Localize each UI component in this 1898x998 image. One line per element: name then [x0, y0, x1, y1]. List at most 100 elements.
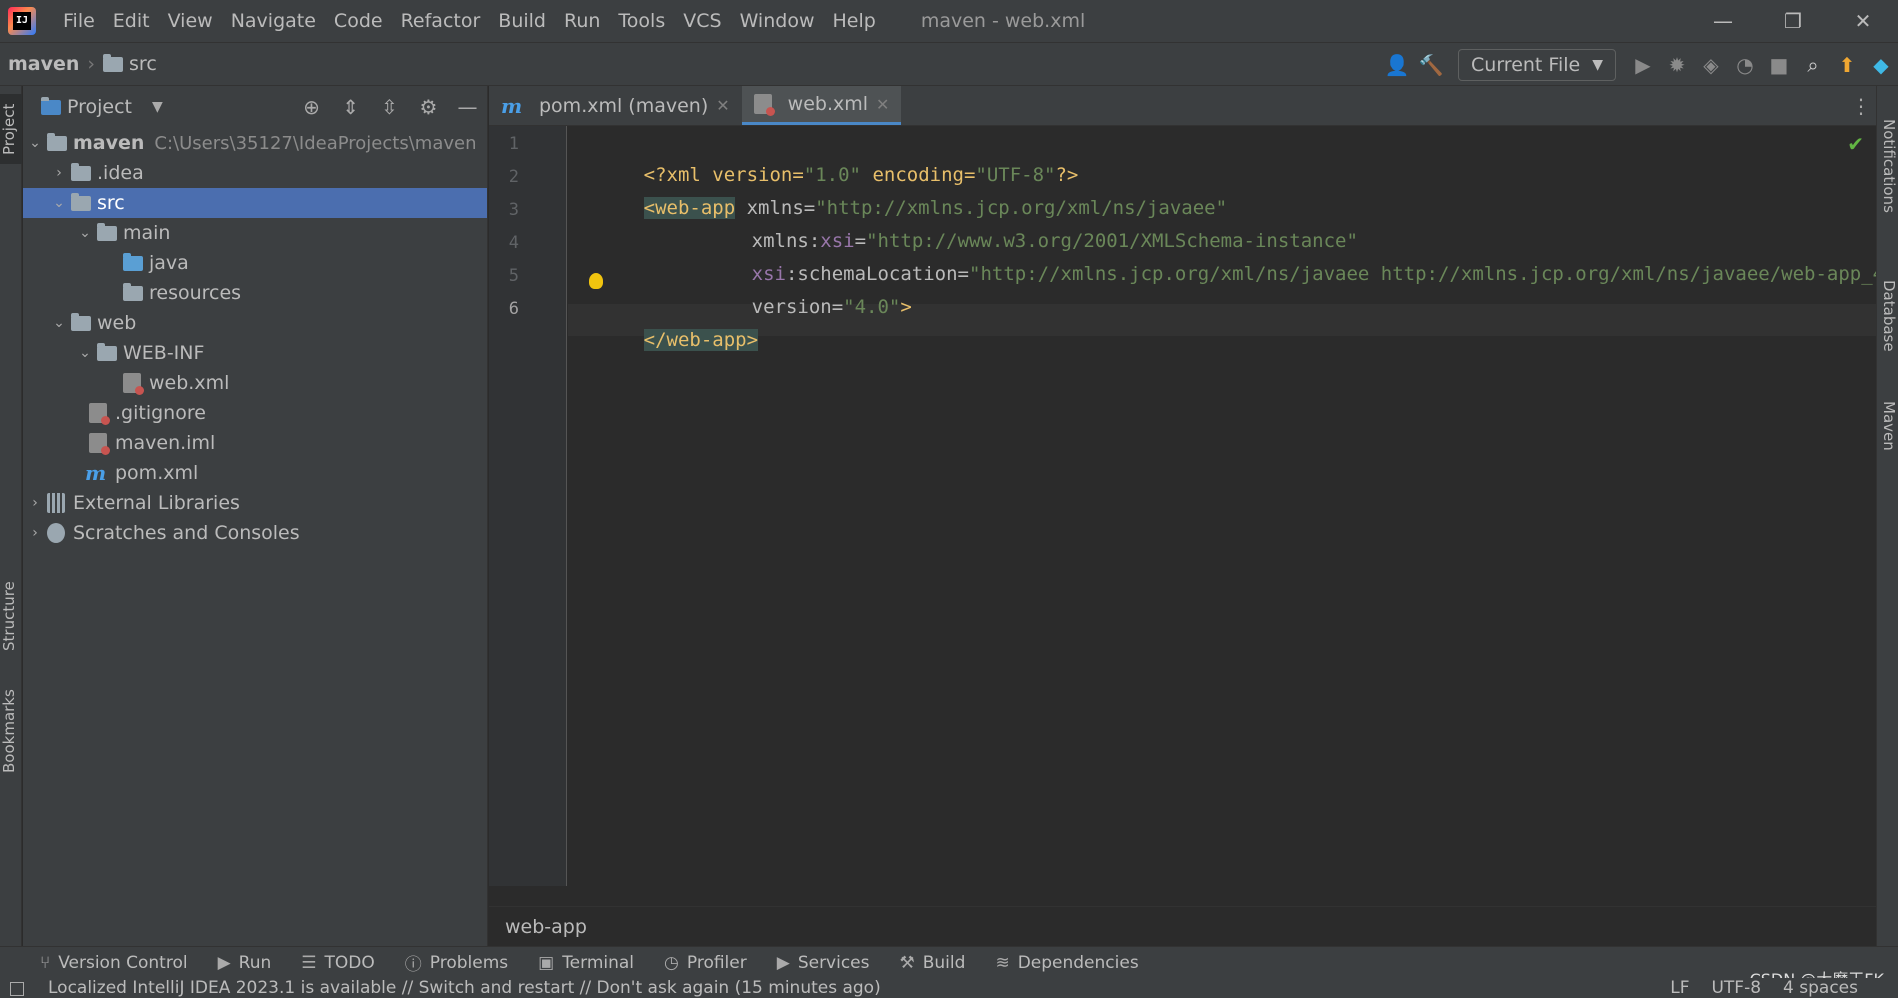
expand-all-icon[interactable]: ⇕ — [331, 95, 370, 119]
chevron-down-icon[interactable]: ⌄ — [23, 135, 47, 151]
tree-item-label: web — [97, 312, 137, 334]
tree-item-web-inf[interactable]: ⌄ WEB-INF — [23, 338, 487, 368]
stop-icon[interactable]: ■ — [1762, 53, 1796, 77]
services-button[interactable]: ▶ Services — [777, 953, 870, 973]
build-tool-button[interactable]: ⚒ Build — [900, 953, 966, 973]
maven-tool-tab[interactable]: Maven — [1876, 386, 1898, 466]
tree-item-maven-iml[interactable]: maven.iml — [23, 428, 487, 458]
code-with-me-icon[interactable]: ◆ — [1864, 53, 1898, 77]
restore-button[interactable]: ❐ — [1758, 0, 1828, 42]
coverage-icon[interactable]: ◈ — [1694, 53, 1728, 77]
tree-item-src[interactable]: ⌄ src — [23, 188, 487, 218]
window-controls: — ❐ ✕ — [1688, 0, 1898, 42]
project-panel-header: Project ▼ ⊕ ⇕ ⇳ ⚙ — — [23, 86, 487, 128]
menu-vcs[interactable]: VCS — [674, 0, 730, 42]
update-icon[interactable]: ⬆ — [1830, 53, 1864, 77]
tree-item-scratches[interactable]: › Scratches and Consoles — [23, 518, 487, 548]
menu-window[interactable]: Window — [731, 0, 824, 42]
collapse-all-icon[interactable]: ⇳ — [370, 95, 409, 119]
run-config-dropdown[interactable]: Current File ▼ — [1458, 49, 1616, 81]
version-control-button[interactable]: ⑂ Version Control — [40, 953, 188, 973]
profile-icon[interactable]: ◔ — [1728, 53, 1762, 77]
build-hammer-icon[interactable]: 🔨 — [1414, 53, 1448, 77]
chevron-down-icon[interactable]: ▼ — [152, 99, 163, 115]
tree-item-pom-xml[interactable]: m pom.xml — [23, 458, 487, 488]
menu-help[interactable]: Help — [823, 0, 884, 42]
more-tabs-icon[interactable]: ⋮ — [1846, 86, 1876, 125]
tree-item-idea[interactable]: › .idea — [23, 158, 487, 188]
chevron-down-icon[interactable]: ⌄ — [47, 195, 71, 211]
code-token: </web-app> — [643, 329, 759, 351]
menu-refactor[interactable]: Refactor — [392, 0, 490, 42]
run-config-label: Current File — [1471, 54, 1581, 76]
menu-file[interactable]: File — [54, 0, 104, 42]
status-message[interactable]: Localized IntelliJ IDEA 2023.1 is availa… — [48, 978, 881, 998]
menu-build[interactable]: Build — [489, 0, 555, 42]
indent-setting[interactable]: 4 spaces — [1783, 978, 1858, 998]
chevron-down-icon[interactable]: ⌄ — [47, 315, 71, 331]
code-editor[interactable]: 1 2 3 4 5 6 <?xml version="1.0" encoding… — [489, 126, 1896, 944]
project-tool-tab[interactable]: Project — [0, 94, 22, 164]
menu-edit[interactable]: Edit — [104, 0, 159, 42]
lightbulb-icon[interactable] — [589, 273, 603, 289]
tree-item-web[interactable]: ⌄ web — [23, 308, 487, 338]
gear-icon[interactable]: ⚙ — [409, 95, 448, 119]
project-panel-title[interactable]: Project — [67, 96, 132, 118]
hide-icon[interactable]: — — [448, 95, 487, 119]
profiler-button[interactable]: ◷ Profiler — [664, 953, 747, 973]
debug-icon[interactable]: ✹ — [1660, 53, 1694, 77]
menu-code[interactable]: Code — [325, 0, 392, 42]
tree-item-resources[interactable]: resources — [23, 278, 487, 308]
no-problems-check-icon[interactable]: ✔ — [1847, 132, 1864, 156]
close-window-button[interactable]: ✕ — [1828, 0, 1898, 42]
todo-button[interactable]: ☰ TODO — [301, 953, 375, 973]
tree-item-gitignore[interactable]: .gitignore — [23, 398, 487, 428]
run-icon[interactable]: ▶ — [1626, 53, 1660, 77]
terminal-button[interactable]: ▣ Terminal — [538, 953, 634, 973]
chevron-down-icon: ▼ — [1592, 57, 1603, 73]
code-line-5: version="4.0"> — [683, 262, 912, 318]
database-tool-tab[interactable]: Database — [1876, 266, 1898, 366]
dependencies-button[interactable]: ≋ Dependencies — [995, 953, 1138, 973]
account-icon[interactable]: 👤 — [1380, 53, 1414, 77]
breadcrumb-folder[interactable]: src — [129, 53, 157, 75]
project-view-icon — [41, 96, 61, 115]
locate-icon[interactable]: ⊕ — [292, 95, 331, 119]
left-tool-strip: Project Structure Bookmarks — [0, 86, 22, 946]
menu-navigate[interactable]: Navigate — [222, 0, 325, 42]
problems-button[interactable]: ⓘ Problems — [405, 950, 508, 976]
toolbar: 👤 🔨 Current File ▼ ▶ ✹ ◈ ◔ ■ ⌕ ⬆ ◆ — [1380, 43, 1898, 87]
close-icon[interactable]: ✕ — [716, 96, 729, 115]
tree-item-web-xml[interactable]: web.xml — [23, 368, 487, 398]
tree-item-main[interactable]: ⌄ main — [23, 218, 487, 248]
folder-icon — [71, 162, 91, 181]
chevron-right-icon[interactable]: › — [23, 495, 47, 511]
minimize-button[interactable]: — — [1688, 0, 1758, 42]
tree-item-java[interactable]: java — [23, 248, 487, 278]
menu-view[interactable]: View — [159, 0, 222, 42]
intellij-logo-icon[interactable]: IJ — [8, 7, 36, 35]
structure-tool-tab[interactable]: Structure — [0, 566, 22, 666]
file-encoding[interactable]: UTF-8 — [1711, 978, 1761, 998]
chevron-right-icon[interactable]: › — [47, 165, 71, 181]
tab-web-xml[interactable]: web.xml ✕ — [741, 86, 902, 125]
close-icon[interactable]: ✕ — [876, 95, 889, 114]
line-separator[interactable]: LF — [1670, 978, 1689, 998]
tree-item-maven[interactable]: ⌄ maven C:\Users\35127\IdeaProjects\mave… — [23, 128, 487, 158]
chevron-down-icon[interactable]: ⌄ — [73, 345, 97, 361]
bookmarks-tool-tab[interactable]: Bookmarks — [0, 676, 22, 786]
notifications-tool-tab[interactable]: Notifications — [1876, 106, 1898, 226]
editor-breadcrumb[interactable]: web-app — [489, 906, 1876, 946]
menu-tools[interactable]: Tools — [609, 0, 674, 42]
menu-run[interactable]: Run — [555, 0, 609, 42]
right-tool-strip: Notifications Database Maven — [1876, 86, 1898, 946]
chevron-right-icon[interactable]: › — [23, 525, 47, 541]
tree-item-external-libraries[interactable]: › External Libraries — [23, 488, 487, 518]
tab-pom-xml[interactable]: m pom.xml (maven) ✕ — [489, 86, 742, 125]
run-tool-button[interactable]: ▶ Run — [218, 953, 272, 973]
chevron-down-icon[interactable]: ⌄ — [73, 225, 97, 241]
search-icon[interactable]: ⌕ — [1796, 53, 1830, 77]
breadcrumb-project[interactable]: maven — [8, 53, 79, 75]
tree-item-label: pom.xml — [115, 462, 199, 484]
status-toggle-icon[interactable] — [10, 982, 24, 996]
